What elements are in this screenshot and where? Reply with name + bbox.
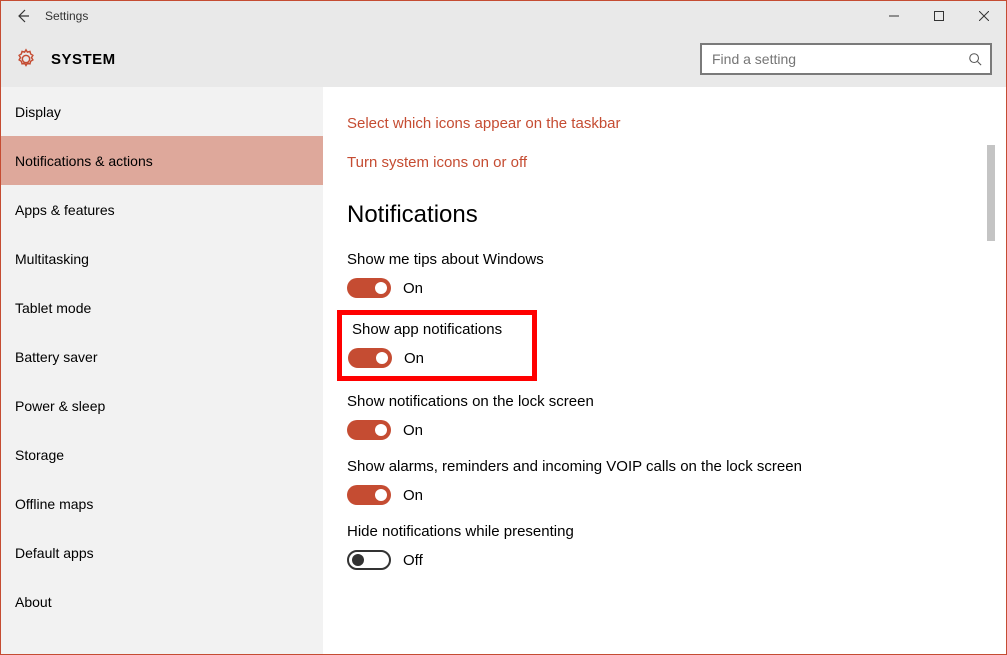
window-title: Settings bbox=[45, 9, 88, 23]
setting-label: Show app notifications bbox=[348, 321, 502, 338]
scrollbar-track[interactable] bbox=[983, 87, 997, 654]
maximize-button[interactable] bbox=[916, 1, 961, 31]
sidebar-item-battery-saver[interactable]: Battery saver bbox=[1, 332, 323, 381]
sidebar: DisplayNotifications & actionsApps & fea… bbox=[1, 87, 323, 654]
sidebar-item-power-sleep[interactable]: Power & sleep bbox=[1, 381, 323, 430]
setting-label: Show alarms, reminders and incoming VOIP… bbox=[347, 458, 807, 475]
toggle-knob bbox=[352, 554, 364, 566]
section-title-notifications: Notifications bbox=[347, 201, 959, 229]
setting-block: Show me tips about Windows On bbox=[347, 251, 959, 298]
toggle-knob bbox=[376, 352, 388, 364]
search-icon bbox=[968, 52, 982, 66]
toggle-state: Off bbox=[403, 552, 423, 569]
setting-block: Hide notifications while presenting Off bbox=[347, 523, 959, 570]
link-taskbar-icons[interactable]: Select which icons appear on the taskbar bbox=[347, 115, 959, 132]
settings-window: Settings SYSTEM bbox=[0, 0, 1007, 655]
toggle-switch[interactable] bbox=[347, 420, 391, 440]
toggle-knob bbox=[375, 489, 387, 501]
body: DisplayNotifications & actionsApps & fea… bbox=[1, 87, 1006, 654]
setting-block: Show app notifications On bbox=[348, 321, 502, 368]
toggle-state: On bbox=[403, 422, 423, 439]
minimize-icon bbox=[889, 11, 899, 21]
toggle-switch[interactable] bbox=[347, 278, 391, 298]
setting-label: Show me tips about Windows bbox=[347, 251, 959, 268]
toggle-state: On bbox=[403, 487, 423, 504]
toggle-row: Off bbox=[347, 550, 959, 570]
gear-icon bbox=[15, 48, 37, 70]
sidebar-item-display[interactable]: Display bbox=[1, 87, 323, 136]
sidebar-item-multitasking[interactable]: Multitasking bbox=[1, 234, 323, 283]
arrow-left-icon bbox=[15, 8, 31, 24]
page-title: SYSTEM bbox=[51, 51, 116, 68]
close-icon bbox=[979, 11, 989, 21]
sidebar-item-apps-features[interactable]: Apps & features bbox=[1, 185, 323, 234]
setting-label: Hide notifications while presenting bbox=[347, 523, 959, 540]
window-controls bbox=[871, 1, 1006, 31]
back-button[interactable] bbox=[11, 4, 35, 28]
sidebar-item-offline-maps[interactable]: Offline maps bbox=[1, 479, 323, 528]
sidebar-item-tablet-mode[interactable]: Tablet mode bbox=[1, 283, 323, 332]
toggle-state: On bbox=[404, 350, 424, 367]
setting-block: Show alarms, reminders and incoming VOIP… bbox=[347, 458, 959, 505]
scrollbar-thumb[interactable] bbox=[987, 145, 995, 241]
sidebar-item-default-apps[interactable]: Default apps bbox=[1, 528, 323, 577]
search-input[interactable] bbox=[700, 43, 992, 75]
setting-block: Show notifications on the lock screen On bbox=[347, 393, 959, 440]
sidebar-item-storage[interactable]: Storage bbox=[1, 430, 323, 479]
toggle-knob bbox=[375, 282, 387, 294]
highlight-box: Show app notifications On bbox=[337, 310, 537, 381]
sidebar-item-notifications-actions[interactable]: Notifications & actions bbox=[1, 136, 323, 185]
titlebar: Settings bbox=[1, 1, 1006, 31]
toggle-row: On bbox=[347, 278, 959, 298]
toggle-row: On bbox=[347, 420, 959, 440]
settings-header: SYSTEM bbox=[1, 31, 1006, 87]
toggle-knob bbox=[375, 424, 387, 436]
setting-label: Show notifications on the lock screen bbox=[347, 393, 959, 410]
toggle-switch[interactable] bbox=[347, 485, 391, 505]
toggle-switch[interactable] bbox=[348, 348, 392, 368]
content-area: Select which icons appear on the taskbar… bbox=[323, 87, 983, 654]
close-button[interactable] bbox=[961, 1, 1006, 31]
maximize-icon bbox=[934, 11, 944, 21]
toggle-row: On bbox=[347, 485, 959, 505]
minimize-button[interactable] bbox=[871, 1, 916, 31]
toggle-state: On bbox=[403, 280, 423, 297]
link-system-icons[interactable]: Turn system icons on or off bbox=[347, 154, 959, 171]
search-wrap bbox=[700, 43, 992, 75]
toggle-switch[interactable] bbox=[347, 550, 391, 570]
toggle-row: On bbox=[348, 348, 502, 368]
sidebar-item-about[interactable]: About bbox=[1, 577, 323, 626]
